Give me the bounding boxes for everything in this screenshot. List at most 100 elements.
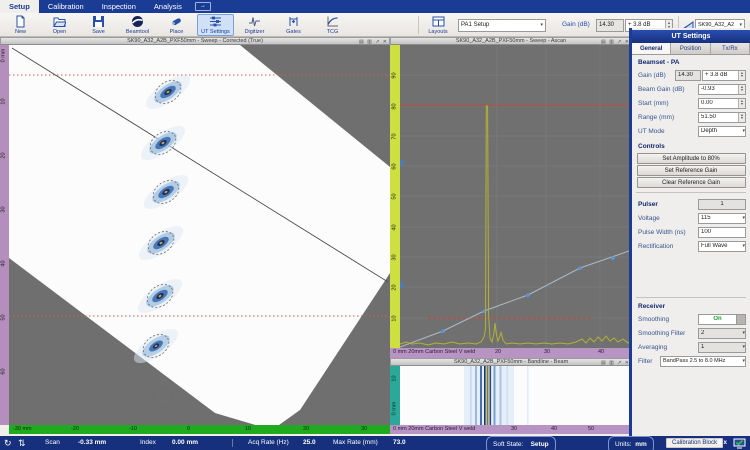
rectification-select[interactable]: Full Wave▾ [698, 241, 746, 252]
open-folder-icon [53, 15, 66, 28]
beam-cursor[interactable] [487, 366, 489, 425]
view-controls-icons[interactable]: ▤ ▥ ↗ ✕ [359, 38, 388, 45]
refresh-icon[interactable]: ↻ [4, 436, 12, 450]
gates-button-label: Gates [286, 29, 301, 35]
save-button[interactable]: Save [80, 14, 117, 36]
smoothing-filter-row: Smoothing Filter 2▾ [632, 326, 750, 340]
ascan-amplitude-ruler[interactable]: 90 80 70 60 50 40 30 20 10 [390, 45, 400, 348]
place-button-label: Place [170, 29, 184, 35]
sscan-view-header[interactable]: SK90_A32_A2B_PXF50mm - Sweep - Corrected… [0, 37, 390, 45]
open-button[interactable]: Open [41, 14, 78, 36]
divider [636, 297, 746, 298]
toggle-handle[interactable] [736, 315, 745, 324]
menu-analysis[interactable]: Analysis [145, 0, 191, 13]
tcg-button[interactable]: TCG [314, 14, 351, 36]
ascan-view-header[interactable]: SK90_A32_A2B_PXF50mm - Sweep - Ascan ▤ ▥… [390, 37, 632, 45]
tab-txrx[interactable]: Tx/Rx [711, 43, 750, 54]
axis-label: 10 [391, 367, 400, 391]
range-input[interactable]: 51.50▲▼ [698, 112, 746, 123]
smoothing-toggle[interactable]: On [698, 314, 746, 325]
ut-settings-button[interactable]: UT Settings [197, 14, 234, 36]
digitizer-button-label: Digitizer [245, 29, 265, 35]
sscan-plot[interactable] [9, 45, 390, 425]
beam-gain-input[interactable]: -0.93▲▼ [698, 84, 746, 95]
monitor-check-icon[interactable] [733, 438, 746, 449]
axis-label: 10 [245, 426, 251, 432]
calibration-block-button[interactable]: Calibration Block [666, 438, 723, 448]
material-label: 0 mm 20mm Carbon Steel V weld [393, 426, 475, 432]
gain-field-value: 14.30 [675, 70, 701, 81]
strip-depth-ruler[interactable]: 0 mm 20mm Carbon Steel V weld 30 40 50 [390, 425, 632, 434]
spinner[interactable]: ▲▼ [738, 71, 745, 80]
filter-select[interactable]: BandPass 2.5 to 8.0 MHz▾ [660, 356, 746, 367]
clear-reference-gain-button[interactable]: Clear Reference Gain [637, 177, 746, 188]
material-label: 0 mm 20mm Carbon Steel V weld [393, 349, 475, 355]
strip-view-header[interactable]: SK90_A32_A2B_PXF50mm - Bandline - Beam ▤… [390, 358, 632, 366]
set-amplitude-button[interactable]: Set Amplitude to 80% [637, 153, 746, 164]
units-pill: Units: mm [608, 436, 654, 450]
ut-mode-select[interactable]: Depth▾ [698, 126, 746, 137]
smoothing-label: Smoothing [638, 316, 669, 323]
strip-scan-ruler[interactable]: 10 0 mm [390, 366, 400, 425]
gain-offset-field[interactable]: + 3.8 dB▲▼ [702, 70, 746, 81]
smoothing-filter-select[interactable]: 2▾ [698, 328, 746, 339]
voltage-select[interactable]: 115▾ [698, 213, 746, 224]
separator [232, 439, 233, 447]
ascan-view-title: SK90_A32_A2B_PXF50mm - Sweep - Ascan [456, 38, 566, 44]
gates-button[interactable]: Gates [275, 14, 312, 36]
panel-title: UT Settings [632, 30, 750, 43]
layout-select[interactable]: PA1 Setup ▾ [458, 19, 546, 32]
set-reference-gain-button[interactable]: Set Reference Gain [637, 165, 746, 176]
menu-calibration[interactable]: Calibration [39, 0, 93, 13]
gates-icon [287, 15, 300, 28]
probe-place-icon [170, 15, 183, 28]
soft-state-value: Setup [531, 441, 549, 448]
new-button[interactable]: New [2, 14, 39, 36]
chevron-down-icon: ▾ [740, 358, 745, 364]
averaging-select[interactable]: 1▾ [698, 342, 746, 353]
voltage-label: Voltage [638, 215, 660, 222]
axis-label: 30 [0, 198, 9, 222]
pulser-heading: Pulser [638, 201, 658, 208]
tab-position[interactable]: Position [671, 43, 710, 54]
menu-inspection[interactable]: Inspection [93, 0, 145, 13]
range-row: Range (mm) 51.50▲▼ [632, 110, 750, 124]
ut-mode-label: UT Mode [638, 128, 665, 135]
layouts-button[interactable]: Layouts [421, 14, 455, 36]
pulser-value: 1 [698, 199, 746, 210]
pulse-width-input[interactable]: 100 [698, 227, 746, 238]
spinner[interactable]: ▲▼ [738, 99, 745, 108]
axis-label: 50 [391, 185, 400, 209]
max-rate-value: 73.0 [393, 436, 406, 450]
view-controls-icons[interactable]: ▤ ▥ ↗ ✕ [601, 359, 630, 366]
index-value: 0.00 mm [172, 436, 198, 450]
ascan-depth-ruler[interactable]: 0 mm 20mm Carbon Steel V weld 20 30 40 [390, 348, 632, 358]
axis-label: 40 [551, 426, 557, 432]
sscan-scan-ruler[interactable]: -30 mm -20 -10 0 10 20 30 [9, 425, 390, 434]
menu-setup[interactable]: Setup [0, 0, 39, 13]
start-input[interactable]: 0.00▲▼ [698, 98, 746, 109]
menu-overflow-icon[interactable]: → [195, 2, 211, 11]
view-controls-icons[interactable]: ▤ ▥ ↗ ✕ [601, 38, 630, 45]
sscan-depth-ruler[interactable]: 0 mm 10 20 30 40 50 60 [0, 45, 9, 425]
smoothing-filter-label: Smoothing Filter [638, 330, 685, 337]
chevron-down-icon: ▾ [740, 330, 745, 336]
averaging-row: Averaging 1▾ [632, 340, 750, 354]
tab-general[interactable]: General [632, 43, 671, 54]
save-floppy-icon [92, 15, 105, 28]
beamtool-button[interactable]: Beamtool [119, 14, 156, 36]
digitizer-button[interactable]: Digitizer [236, 14, 273, 36]
place-button[interactable]: Place [158, 14, 195, 36]
axis-label: 70 [391, 125, 400, 149]
ascan-plot[interactable] [400, 45, 632, 348]
application-window: Setup Calibration Inspection Analysis → … [0, 0, 750, 450]
strip-plot[interactable] [400, 366, 632, 425]
layouts-icon [432, 15, 445, 28]
spinner[interactable]: ▲▼ [738, 113, 745, 122]
ut-settings-button-label: UT Settings [201, 29, 230, 35]
beamset-heading: Beamset - PA [632, 55, 750, 68]
spinner[interactable]: ▲▼ [738, 85, 745, 94]
gain-value: 14.30 [599, 20, 614, 31]
open-button-label: Open [53, 29, 66, 35]
levels-icon[interactable]: ⇅ [18, 436, 26, 450]
